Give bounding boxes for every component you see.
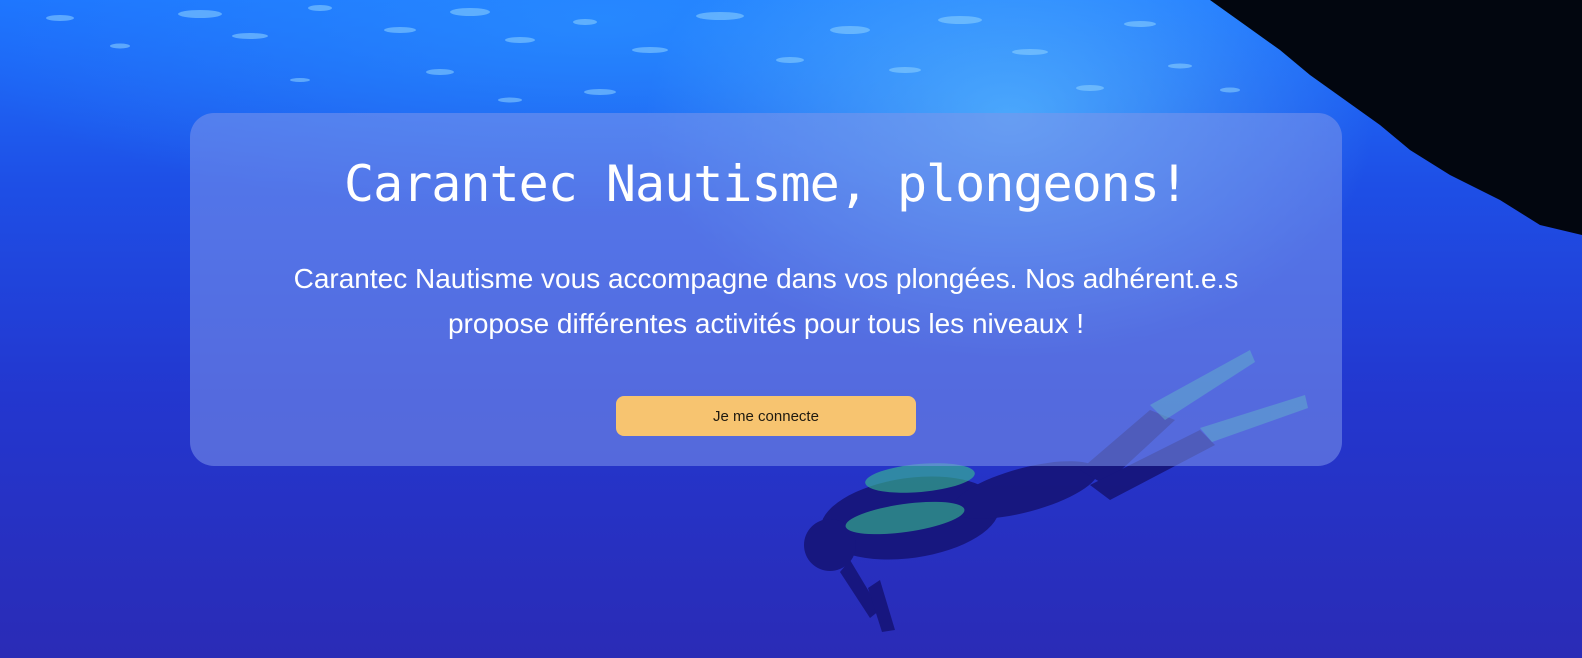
hero-description: Carantec Nautisme vous accompagne dans v… — [293, 263, 1239, 339]
login-button[interactable]: Je me connecte — [616, 396, 916, 436]
hero-background-image: Carantec Nautisme, plongeons! Carantec N… — [0, 0, 1582, 658]
surface-light-ripples — [46, 5, 1240, 103]
hero-card: Carantec Nautisme, plongeons! Carantec N… — [190, 113, 1342, 466]
hero-title: Carantec Nautisme, plongeons! — [344, 155, 1189, 213]
